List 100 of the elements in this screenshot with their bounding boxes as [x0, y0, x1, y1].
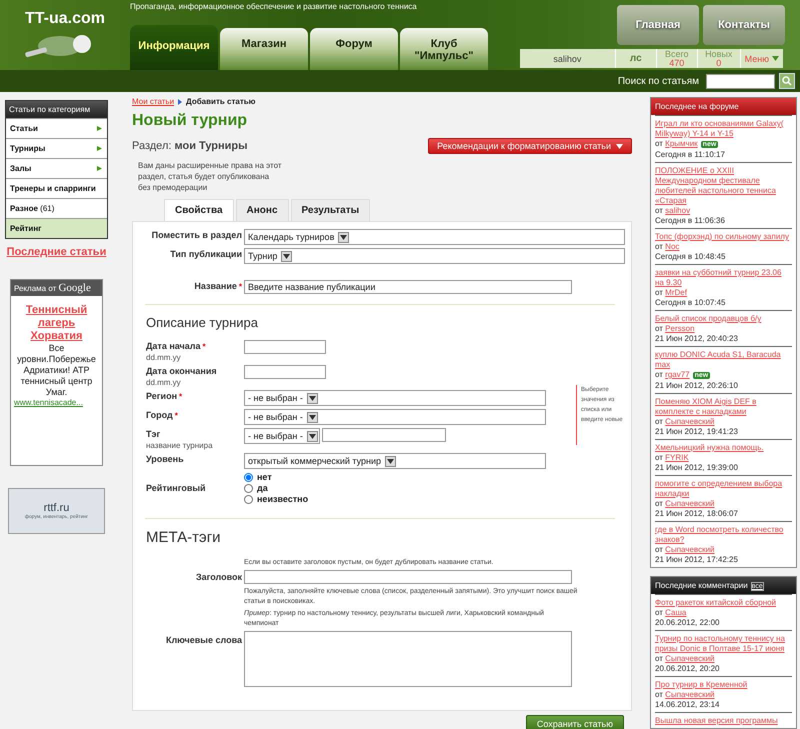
nav-tab[interactable]: Клуб "Импульс" [400, 28, 488, 70]
post-time: 21 Июн 2012, 19:39:00 [655, 463, 739, 473]
select-field[interactable]: открытый коммерческий турнир [244, 453, 546, 469]
by-text: от [655, 139, 663, 148]
top-nav-button[interactable]: Главная [617, 5, 699, 45]
select-field[interactable]: Турнир [244, 248, 625, 264]
topic-link[interactable]: Вышла новая версия программы [655, 716, 792, 726]
messages-link[interactable]: лс [630, 53, 642, 64]
field-label: Дата окончания [146, 365, 217, 378]
author-link[interactable]: FYRIK [665, 453, 689, 462]
radio-label: да [257, 483, 268, 494]
by-text: от [655, 242, 663, 251]
by-text: от [655, 499, 663, 508]
topic-link[interactable]: Про турнир в Кременной [655, 680, 792, 690]
topic-link[interactable]: Белый список продавцов б/у [655, 314, 792, 324]
select-field[interactable]: - не выбран - [244, 390, 546, 406]
radio-button[interactable] [244, 484, 253, 493]
author-link[interactable]: salihov [665, 206, 690, 215]
by-text: от [655, 324, 663, 333]
author-link[interactable]: Крымчик [665, 139, 698, 148]
text-field[interactable] [244, 365, 326, 379]
author-link[interactable]: rgav77 [665, 370, 690, 379]
post-time: Сегодня в 10:48:45 [655, 252, 726, 262]
notice-text: Вам даны расширенные права на этот раздел, статья будет опубликована без премодерации [138, 160, 283, 193]
format-tips-button[interactable]: Рекомендации к форматированию статьи [428, 138, 632, 154]
category-item[interactable]: Рейтинг [6, 218, 107, 238]
author-link[interactable]: Саша [665, 608, 686, 617]
text-field[interactable] [244, 340, 326, 354]
radio-button[interactable] [244, 495, 253, 504]
topic-link[interactable]: Поменяю XIOM Aigis DEF в комплекте с накладками [655, 397, 792, 417]
search-button[interactable] [779, 73, 795, 89]
form-tab[interactable]: Анонс [236, 199, 289, 221]
author-link[interactable]: Persson [665, 324, 695, 333]
post-time: 21 Июн 2012, 18:06:07 [655, 509, 739, 519]
section-heading: МЕТА-тэги [146, 529, 222, 546]
by-text: от [655, 288, 663, 297]
radio-button[interactable] [244, 473, 253, 482]
post-time: 14.06.2012, 23:14 [655, 700, 721, 710]
post-time: 20.06.2012, 22:00 [655, 618, 721, 628]
text-field[interactable] [244, 570, 572, 584]
field-hint: dd.mm.yy [146, 353, 181, 362]
dropdown-arrow-icon [340, 234, 348, 240]
form-tab[interactable]: Свойства [164, 199, 234, 221]
username: salihov [553, 54, 582, 64]
caret-icon [616, 144, 623, 148]
select-field[interactable]: - не выбран - [244, 409, 546, 425]
site-logo[interactable]: TT-ua.com [24, 10, 105, 28]
post-time: 20.06.2012, 20:20 [655, 664, 721, 674]
topic-link[interactable]: где в Word посмотреть количество знаков? [655, 525, 792, 545]
field-label: Ключевые слова [166, 634, 242, 647]
author-link[interactable]: Сыпачевский [665, 545, 715, 554]
ad-url-link[interactable]: www.tennisacade... [11, 398, 83, 407]
menu-button[interactable]: Меню [740, 54, 783, 64]
topic-link[interactable]: Играл ли кто основаниями Galaxy( Milkyway) Y-14 и Y-15 [655, 119, 792, 139]
by-text: от [655, 206, 663, 215]
field-label: Уровень [146, 453, 184, 466]
nav-tab[interactable]: Информация [130, 25, 218, 70]
dropdown-arrow-icon [308, 396, 316, 400]
save-button[interactable]: Сохранить статью [526, 715, 624, 729]
search-field[interactable] [706, 74, 775, 88]
nav-tab[interactable]: Магазин [220, 28, 308, 70]
post-time: 21 Июн 2012, 19:41:23 [655, 427, 739, 437]
stat-value: 470 [669, 58, 684, 68]
breadcrumb-current: Добавить статью [186, 97, 256, 106]
text-field[interactable]: Введите название публикации [244, 280, 572, 294]
nav-tab[interactable]: Форум [310, 28, 398, 70]
last-articles-link[interactable]: Последние статьи [6, 246, 106, 258]
by-text: от [655, 654, 663, 663]
field-label: Дата начала * [146, 340, 206, 353]
select-field[interactable]: - не выбран - [244, 428, 320, 444]
post-time: Сегодня в 11:06:36 [655, 216, 726, 226]
topic-link[interactable]: Топс (форхэнд) по сильному запилу [655, 232, 792, 242]
section-label: Раздел: мои Турниры [132, 140, 248, 152]
text-field[interactable] [322, 428, 446, 442]
caret-icon [772, 56, 779, 61]
field-hint: dd.mm.yy [146, 378, 181, 387]
topic-link[interactable]: Хмельницкий нужна помощь. [655, 443, 792, 453]
field-label: Название * [194, 280, 242, 293]
ad-title-link[interactable]: Теннисный лагерь Хорватия [11, 304, 102, 343]
topic-link[interactable]: Фото ракеток китайской сборной [655, 598, 792, 608]
field-label: Заголовок [196, 571, 242, 584]
post-time: 21 Июн 2012, 17:42:25 [655, 555, 739, 565]
dropdown-arrow-icon [387, 458, 394, 464]
dropdown-arrow-icon [283, 254, 290, 258]
author-link[interactable]: Noc [665, 242, 680, 251]
author-link[interactable]: MrDef [665, 288, 687, 297]
field-label: Регион * [146, 390, 182, 403]
select-field[interactable]: Календарь турниров [244, 229, 625, 245]
form-tab[interactable]: Результаты [290, 199, 370, 221]
breadcrumb-link[interactable]: Мои статьи [132, 97, 174, 106]
author-link[interactable]: Сыпачевский [665, 499, 715, 508]
author-link[interactable]: Сыпачевский [665, 690, 715, 699]
top-nav-button[interactable]: Контакты [703, 5, 785, 45]
author-link[interactable]: Сыпачевский [665, 417, 715, 426]
topic-link[interactable]: помогите с определением выбора накладки [655, 479, 792, 499]
topic-link[interactable]: заявки на субботний турнир 23.06 на 9.30 [655, 268, 792, 288]
keywords-field[interactable] [244, 631, 572, 687]
topic-link[interactable]: Турнир по настольному теннису на призы Donic в Полтаве 15-17 июня [655, 634, 792, 654]
author-link[interactable]: Сыпачевский [665, 654, 715, 663]
post-time: Сегодня в 11:10:17 [655, 150, 726, 160]
